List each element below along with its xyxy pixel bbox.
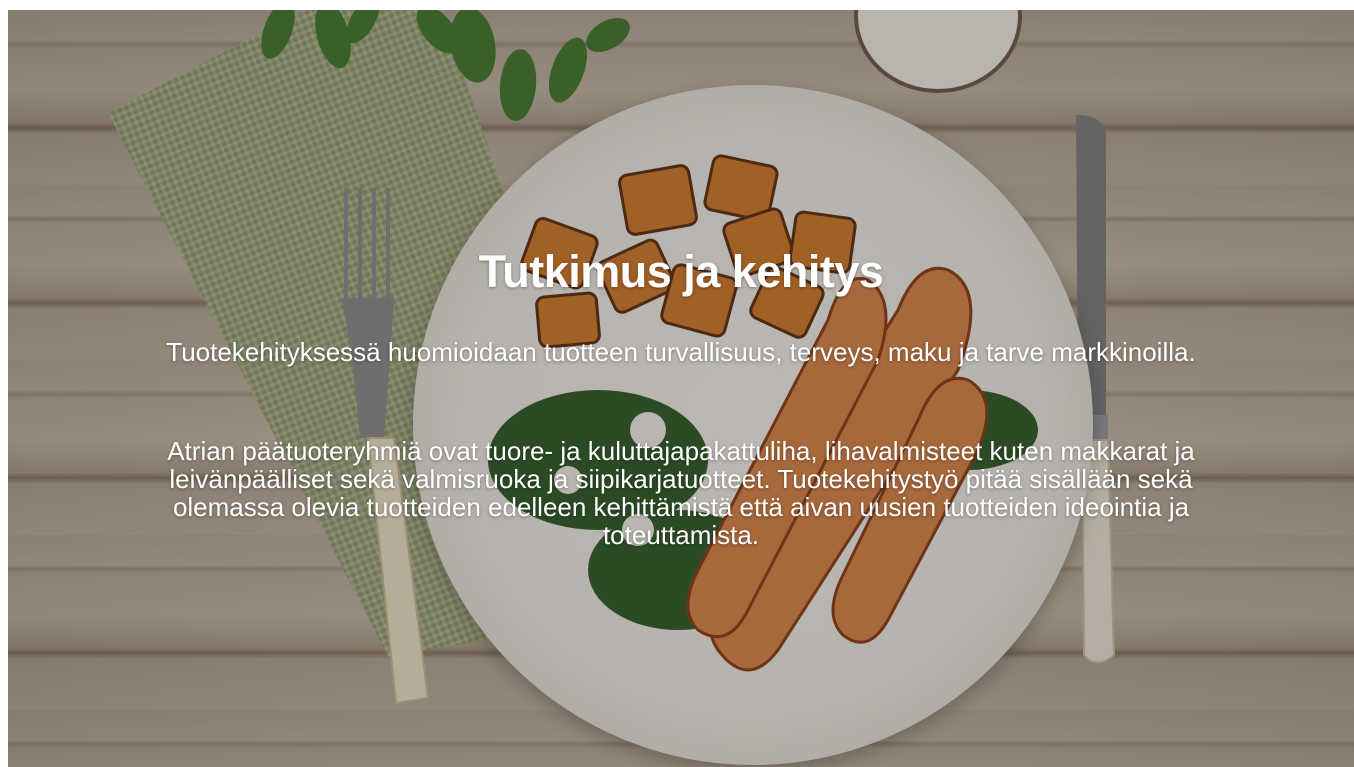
page-title: Tutkimus ja kehitys	[478, 246, 884, 297]
description-paragraph: Atrian päätuoteryhmiä ovat tuore- ja kul…	[167, 436, 1195, 550]
hero-content: Tutkimus ja kehitys Tuotekehityksessä hu…	[8, 10, 1354, 767]
intro-paragraph: Tuotekehityksessä huomioidaan tuotteen t…	[166, 337, 1196, 367]
hero-section: Tutkimus ja kehitys Tuotekehityksessä hu…	[8, 10, 1354, 767]
